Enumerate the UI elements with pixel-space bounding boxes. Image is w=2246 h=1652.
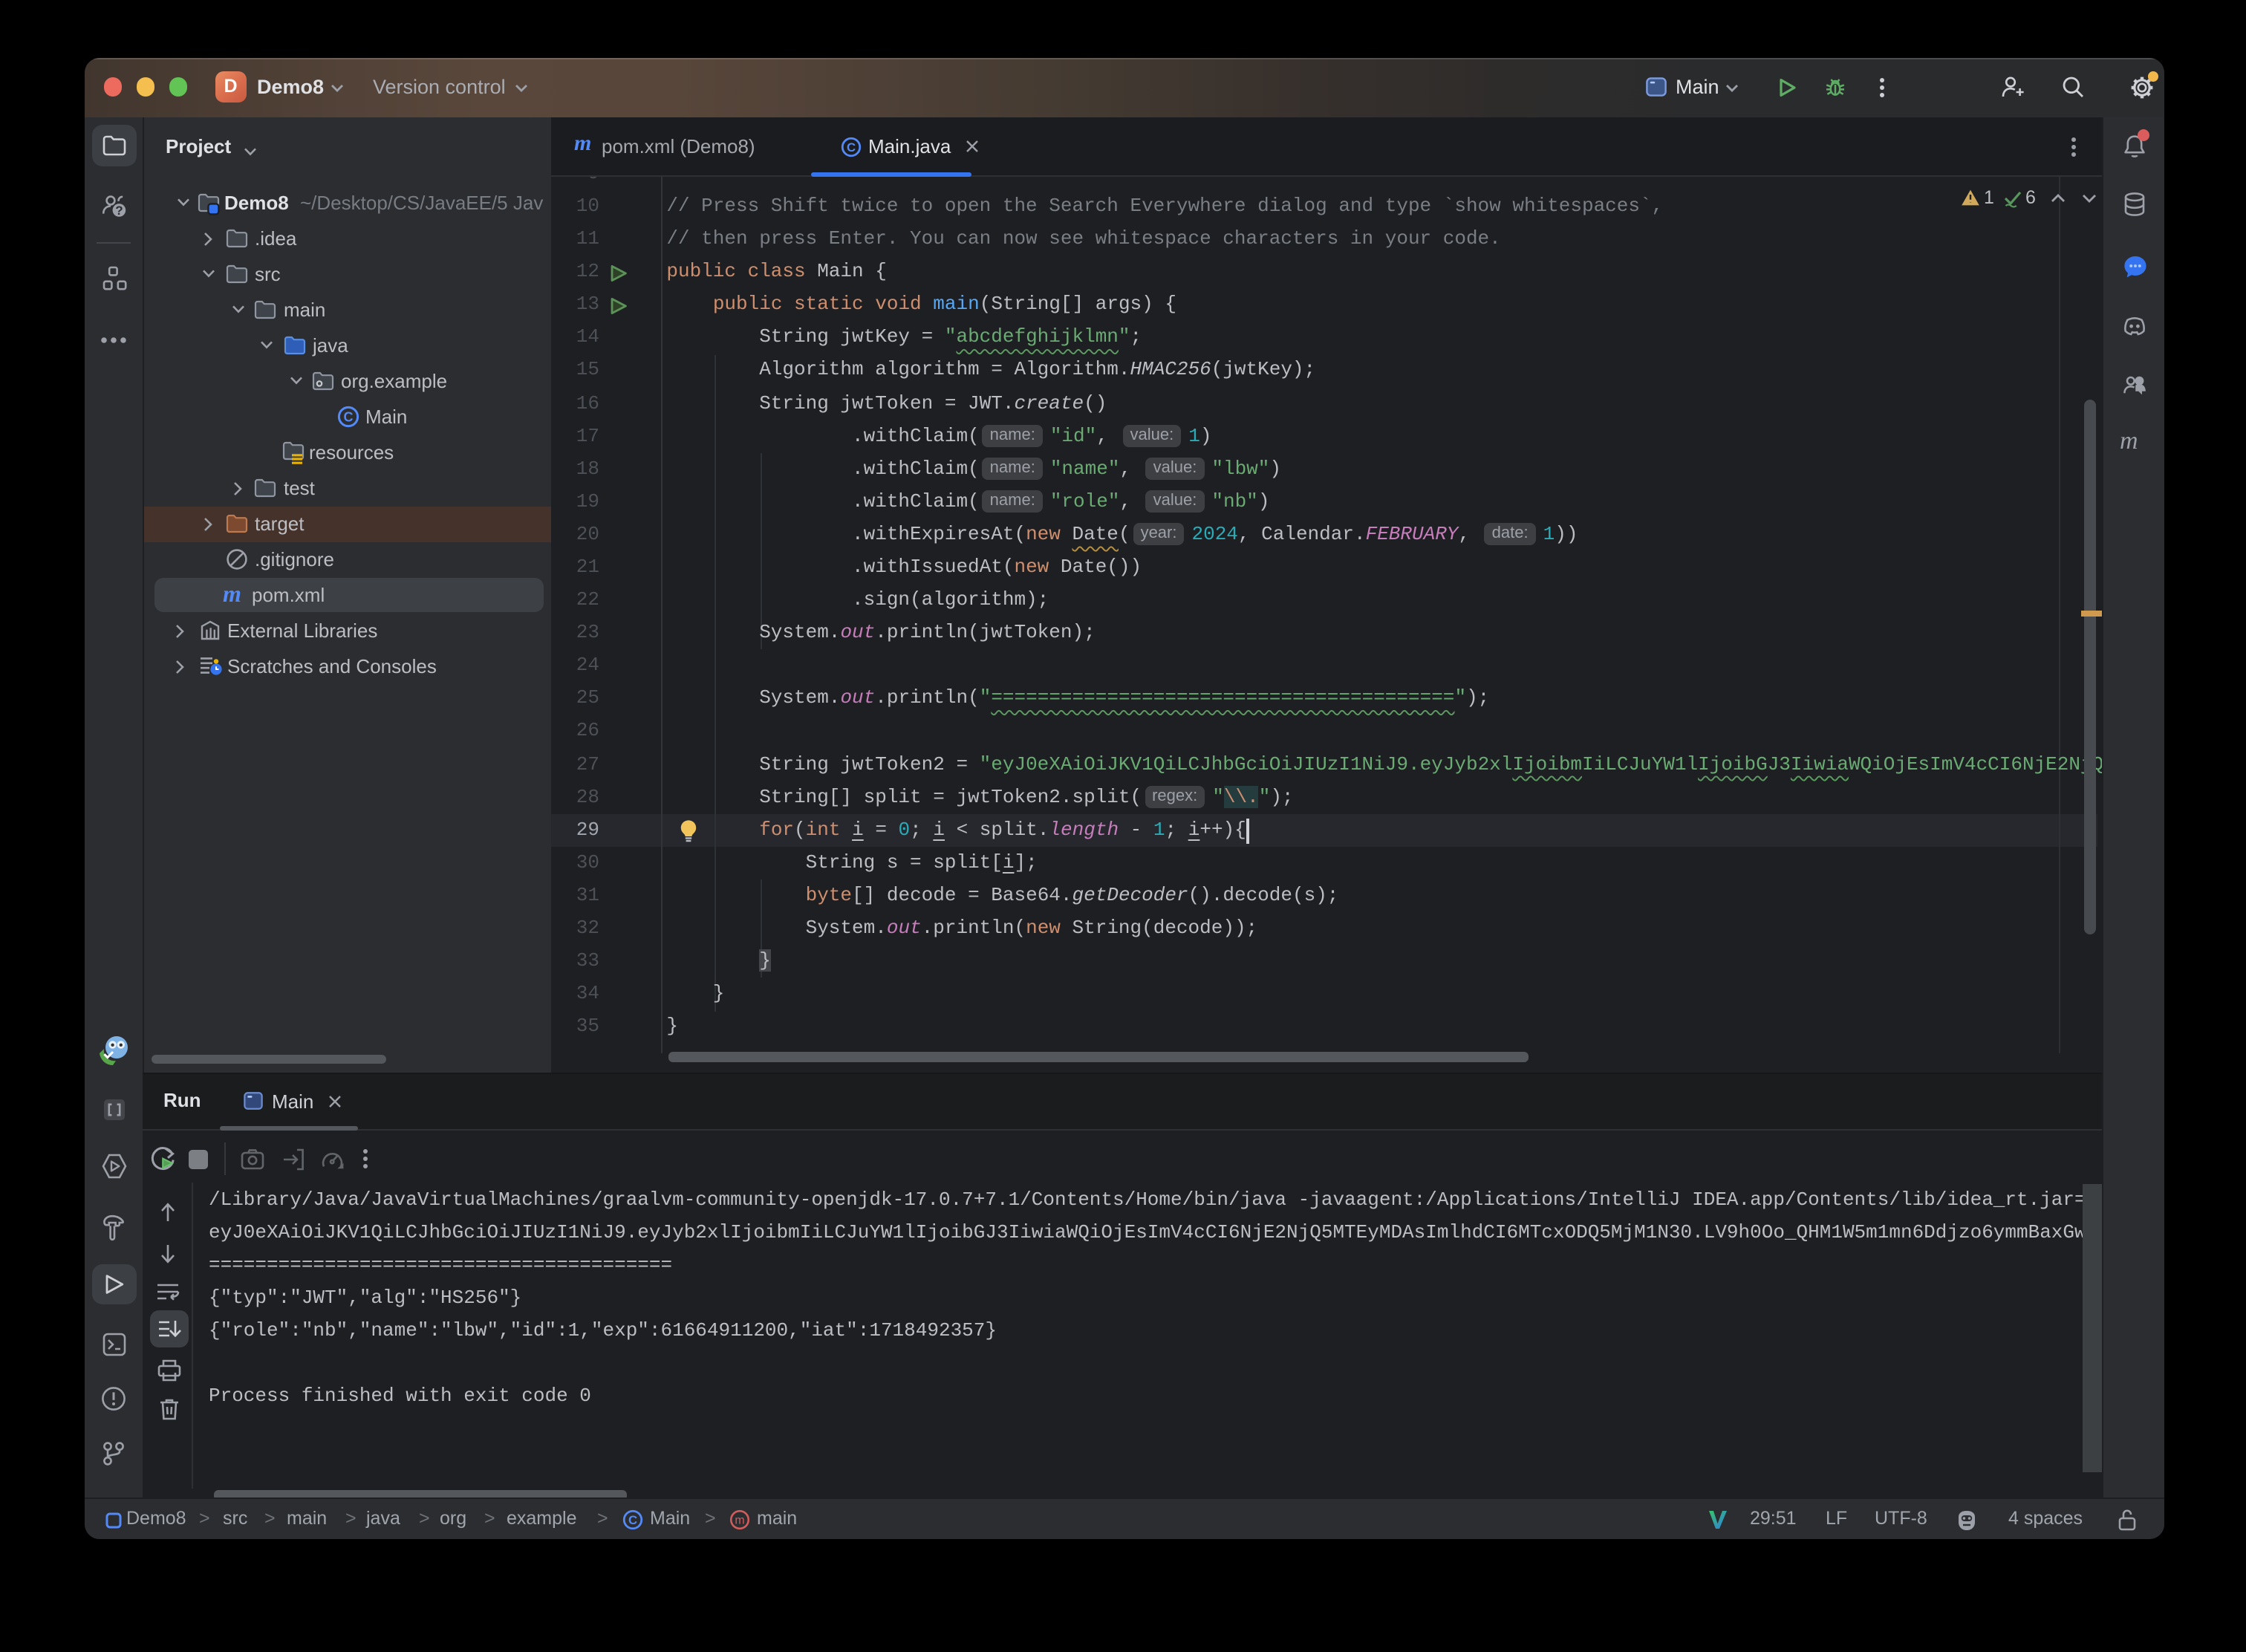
svg-text:C: C	[343, 410, 353, 425]
svg-text:m: m	[735, 1515, 744, 1527]
svg-text:?: ?	[115, 203, 123, 217]
svg-text:C: C	[847, 140, 856, 154]
svg-text:C: C	[628, 1513, 637, 1527]
